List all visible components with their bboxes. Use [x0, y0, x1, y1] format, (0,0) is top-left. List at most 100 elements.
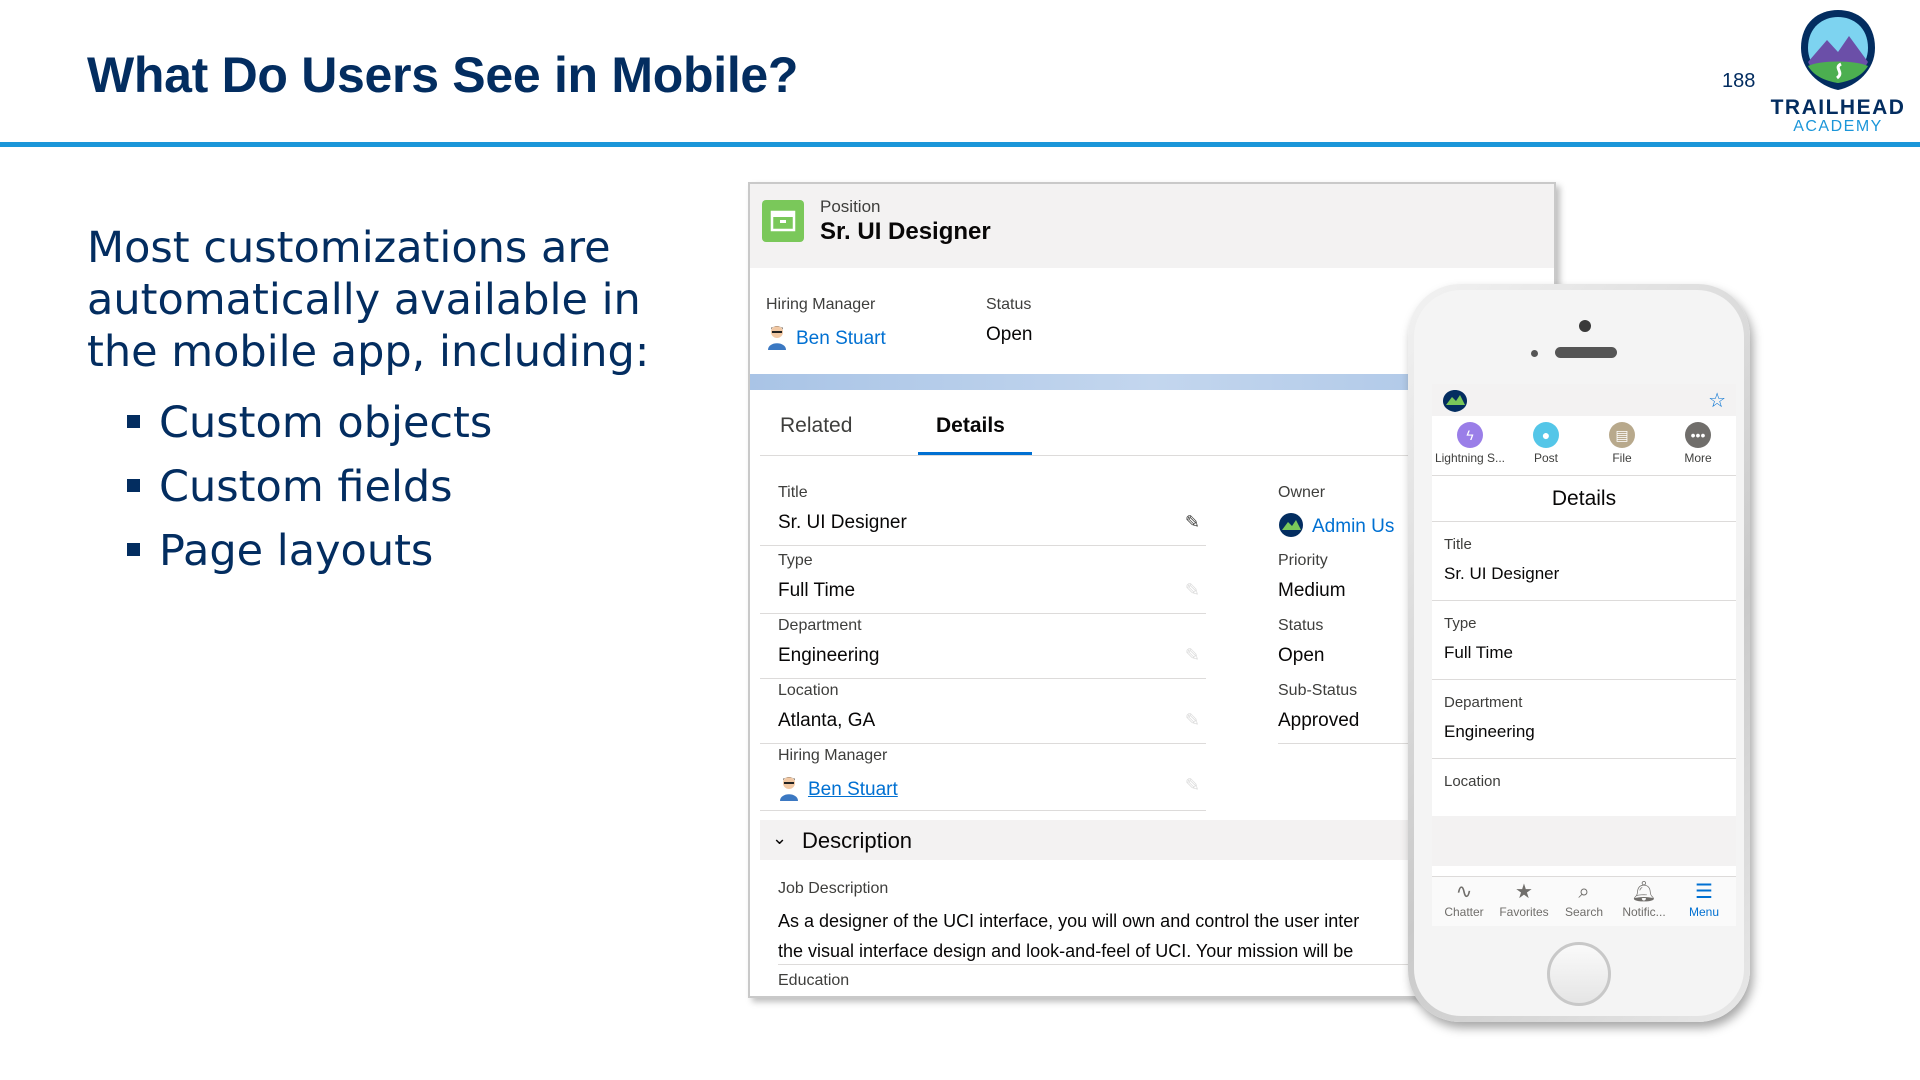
keyboard-shade	[1432, 816, 1736, 866]
field-value: Engineering	[778, 645, 880, 666]
bullet-text: Custom fields	[159, 462, 453, 512]
star-icon: ★	[1515, 881, 1533, 903]
bullet-square-icon	[127, 415, 140, 428]
field-label: Owner	[1278, 484, 1326, 501]
field-label: Location	[778, 682, 839, 699]
edit-pencil-icon[interactable]: ✎	[1185, 710, 1200, 731]
edit-pencil-icon[interactable]: ✎	[1185, 775, 1200, 796]
action-bar: ϟ Lightning S... ● Post ▤ File ••• More	[1432, 416, 1736, 476]
bullet-item: Page layouts	[125, 519, 492, 583]
field-value: Sr. UI Designer	[778, 512, 907, 533]
action-label: Post	[1533, 451, 1558, 465]
field-label: Status	[1278, 617, 1324, 634]
logo-word-academy: ACADEMY	[1793, 118, 1883, 135]
nav-label: Menu	[1688, 905, 1720, 919]
bullet-item: Custom fields	[125, 455, 492, 519]
mobile-header: ☆	[1432, 384, 1736, 416]
mobile-field-location: Location	[1432, 759, 1736, 816]
nav-label: Chatter	[1444, 905, 1484, 919]
phone-face: ☆ ϟ Lightning S... ● Post ▤ File ••• More De…	[1414, 290, 1744, 1016]
mobile-field-title: Title Sr. UI Designer	[1432, 522, 1736, 601]
nav-chatter[interactable]: ∿ Chatter	[1434, 881, 1494, 919]
tab-details[interactable]: Details	[936, 414, 1005, 438]
page-number: 188	[1722, 70, 1756, 92]
highlight-label: Hiring Manager	[766, 296, 876, 313]
nav-label: Search	[1564, 905, 1604, 919]
field-label: Title	[778, 484, 808, 501]
edit-pencil-icon[interactable]: ✎	[1185, 645, 1200, 666]
nav-label: Notific...	[1622, 905, 1666, 919]
field-label: Hiring Manager	[778, 747, 888, 764]
action-lightning[interactable]: ϟ Lightning S...	[1432, 422, 1508, 465]
hiring-manager-link[interactable]: Ben Stuart	[766, 324, 886, 350]
highlight-label: Status	[986, 296, 1032, 313]
record-name: Sr. UI Designer	[820, 218, 991, 245]
field-type: Type Full Time ✎	[760, 548, 1206, 614]
field-label: Location	[1444, 773, 1501, 790]
nav-search[interactable]: ⌕ Search	[1554, 881, 1614, 919]
field-label: Type	[1444, 615, 1477, 632]
field-value: Engineering	[1444, 722, 1535, 741]
field-value: Approved	[1278, 710, 1360, 731]
field-label: Department	[778, 617, 862, 634]
bullet-item: Custom objects	[125, 391, 492, 455]
mobile-screen: ☆ ϟ Lightning S... ● Post ▤ File ••• More De…	[1432, 384, 1736, 926]
action-label: More	[1684, 451, 1712, 465]
hiring-manager-name[interactable]: Ben Stuart	[796, 328, 886, 349]
home-button[interactable]	[1547, 942, 1611, 1006]
bullet-text: Custom objects	[159, 398, 493, 448]
field-label: Sub-Status	[1278, 682, 1358, 699]
field-value-link[interactable]: Ben Stuart	[778, 775, 898, 801]
bell-icon: 🔔︎	[1631, 881, 1657, 903]
position-object-icon	[762, 200, 804, 242]
menu-icon: ☰	[1695, 881, 1713, 903]
action-post[interactable]: ● Post	[1508, 422, 1584, 465]
field-value: Medium	[1278, 580, 1346, 601]
education-label: Education	[778, 972, 850, 989]
mobile-field-type: Type Full Time	[1432, 601, 1736, 680]
tab-related[interactable]: Related	[780, 414, 852, 438]
action-label: Lightning S...	[1434, 451, 1506, 465]
chevron-down-icon[interactable]: ⌄	[772, 828, 787, 849]
logo-word-trailhead: TRAILHEAD	[1770, 96, 1906, 119]
object-type-label: Position	[820, 197, 881, 216]
field-value: Full Time	[778, 580, 856, 601]
hiring-manager-name[interactable]: Ben Stuart	[808, 779, 898, 800]
trailhead-academy-logo: TRAILHEAD ACADEMY	[1768, 8, 1908, 136]
highlight-value: Open	[986, 324, 1033, 345]
pulse-icon: ∿	[1455, 881, 1473, 903]
action-label: File	[1612, 451, 1632, 465]
record-header: Position Sr. UI Designer	[750, 184, 1554, 268]
edit-pencil-icon[interactable]: ✎	[1185, 580, 1200, 601]
nav-notifications[interactable]: 🔔︎ Notific...	[1614, 881, 1674, 919]
bullet-square-icon	[127, 479, 140, 492]
field-label: Department	[1444, 694, 1523, 711]
proximity-sensor	[1531, 350, 1538, 357]
field-value: Full Time	[1444, 643, 1513, 662]
front-camera	[1579, 320, 1591, 332]
nav-favorites[interactable]: ★ Favorites	[1494, 881, 1554, 919]
owner-link[interactable]: Admin Us	[1278, 512, 1394, 538]
field-location: Location Atlanta, GA ✎	[760, 678, 1206, 744]
app-logo-icon[interactable]	[1442, 389, 1468, 418]
bullet-list: Custom objects Custom fields Page layout…	[125, 391, 492, 583]
owner-name[interactable]: Admin Us	[1312, 516, 1394, 537]
field-label: Priority	[1278, 552, 1328, 569]
job-description-label: Job Description	[778, 880, 889, 897]
iphone-mockup: ☆ ϟ Lightning S... ● Post ▤ File ••• More De…	[1408, 284, 1750, 1022]
user-avatar-icon	[766, 324, 788, 350]
favorite-star-icon[interactable]: ☆	[1708, 388, 1726, 413]
edit-pencil-icon[interactable]: ✎	[1185, 512, 1200, 533]
action-file[interactable]: ▤ File	[1584, 422, 1660, 465]
field-label: Type	[778, 552, 813, 569]
nav-menu[interactable]: ☰ Menu	[1674, 881, 1734, 919]
field-hiring-manager: Hiring Manager Ben Stuart ✎	[760, 743, 1206, 811]
file-icon: ▤	[1609, 422, 1635, 448]
action-more[interactable]: ••• More	[1660, 422, 1736, 465]
mobile-details-heading: Details	[1432, 476, 1736, 522]
lightning-icon: ϟ	[1457, 422, 1483, 448]
field-value: Open	[1278, 645, 1325, 666]
field-title: Title Sr. UI Designer ✎	[760, 480, 1206, 546]
field-label: Title	[1444, 536, 1472, 553]
intro-text: Most customizations are automatically av…	[87, 223, 650, 377]
